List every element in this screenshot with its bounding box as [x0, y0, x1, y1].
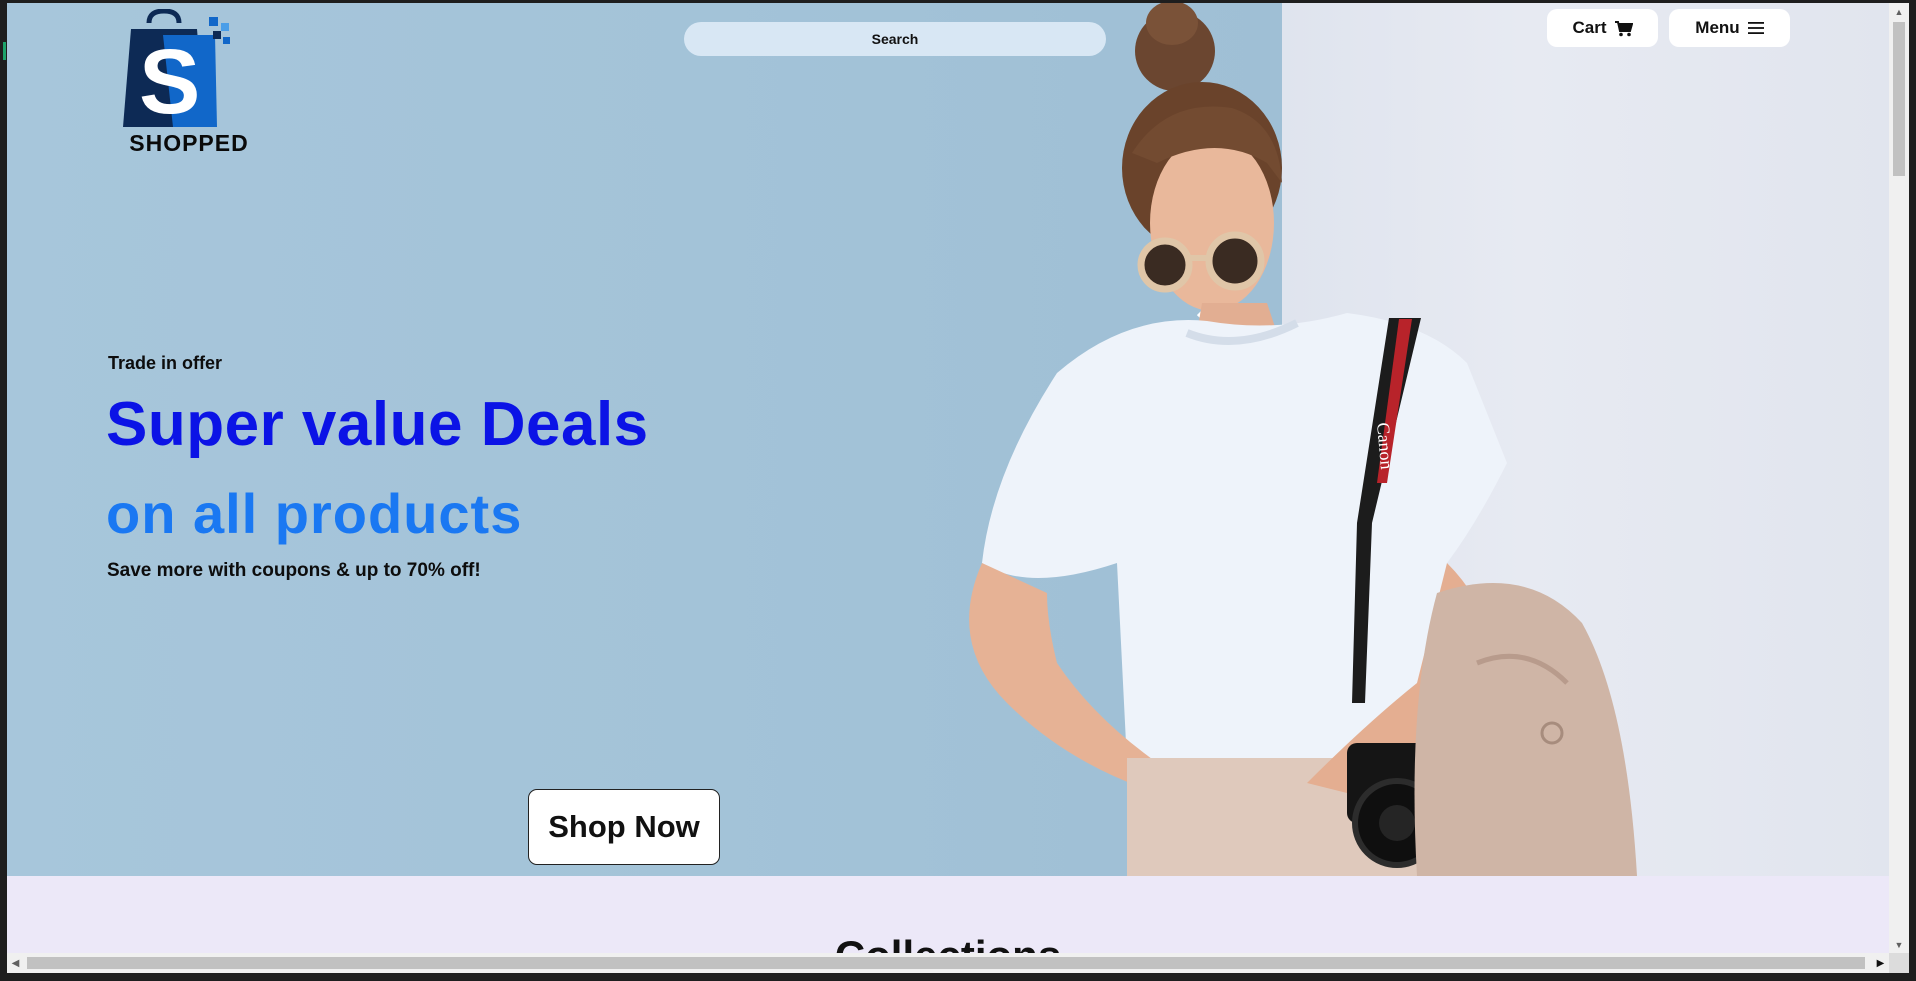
- collections-heading: Collections: [7, 932, 1889, 953]
- scroll-up-arrow-icon[interactable]: ▲: [1889, 3, 1909, 20]
- menu-label: Menu: [1695, 18, 1740, 37]
- menu-button[interactable]: Menu: [1669, 9, 1790, 47]
- search-input[interactable]: [684, 22, 1106, 56]
- horizontal-scroll-thumb[interactable]: [27, 957, 1865, 969]
- hero-eyebrow: Trade in offer: [108, 353, 223, 373]
- cart-label: Cart: [1572, 18, 1607, 37]
- hero-headline-line2: on all products: [106, 482, 523, 545]
- vertical-scroll-thumb[interactable]: [1893, 22, 1905, 176]
- vertical-scrollbar[interactable]: ▲ ▼: [1889, 3, 1909, 953]
- scroll-right-arrow-icon[interactable]: ▶: [1872, 953, 1889, 973]
- hero-banner: Canon S SHOPPED Search Cart Menu Trade i…: [7, 3, 1889, 876]
- cart-button[interactable]: Cart: [1547, 9, 1658, 47]
- shop-now-button[interactable]: Shop Now: [528, 789, 720, 865]
- hero-headline-line1: Super value Deals: [106, 390, 649, 459]
- brand-name[interactable]: SHOPPED: [119, 130, 259, 157]
- cart-icon: [1614, 20, 1633, 36]
- scroll-down-arrow-icon[interactable]: ▼: [1889, 936, 1909, 953]
- hamburger-icon: [1747, 22, 1764, 34]
- svg-text:S: S: [139, 31, 200, 133]
- edge-indicator: [3, 42, 6, 60]
- horizontal-scrollbar[interactable]: ◀ ▶: [7, 953, 1889, 973]
- scroll-left-arrow-icon[interactable]: ◀: [7, 953, 24, 973]
- browser-window: Canon S SHOPPED Search Cart Menu Trade i…: [0, 0, 1916, 981]
- svg-text:Canon: Canon: [1373, 422, 1397, 471]
- scrollbar-corner: [1889, 953, 1909, 973]
- hero-subtext: Save more with coupons & up to 70% off!: [107, 560, 481, 581]
- page-viewport: Canon S SHOPPED Search Cart Menu Trade i…: [7, 3, 1889, 953]
